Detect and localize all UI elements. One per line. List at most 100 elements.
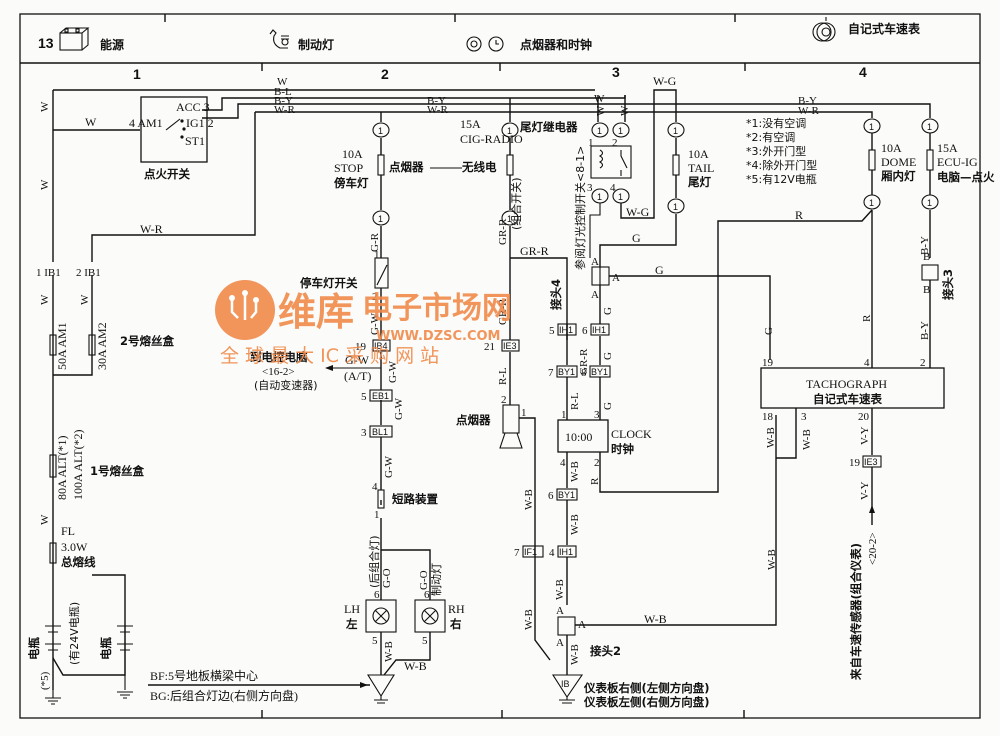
svg-text:80A ALT(*1): 80A ALT(*1) (55, 435, 69, 500)
svg-text:*3:外开门型: *3:外开门型 (746, 144, 806, 158)
fuse-box-1: 80A ALT(*1) 100A ALT(*2) 1号熔丝盒 (49, 429, 145, 500)
svg-text:G-O: G-O (418, 570, 430, 590)
section-title-brake-light: 制动灯 (298, 37, 334, 52)
svg-text:短路装置: 短路装置 (392, 492, 438, 506)
svg-text:4: 4 (372, 481, 378, 493)
svg-text:W-B: W-B (569, 514, 581, 535)
svg-text:4: 4 (560, 457, 566, 469)
svg-text:A: A (591, 289, 599, 301)
wiring-diagram: 13 能源 制动灯 点烟器和时钟 自记式车速表 1 2 3 4 ACC 3 4 … (19, 13, 995, 719)
cigar-lighter-circuit: 1 1 15A CIG-RADIO 无线电 尾灯继电器 GR-R (组合开关) … (456, 98, 578, 661)
svg-text:R: R (795, 208, 803, 222)
svg-text:W: W (39, 101, 51, 112)
svg-text:5: 5 (361, 391, 367, 403)
svg-text:BY1: BY1 (558, 367, 575, 377)
svg-text:A: A (556, 605, 564, 617)
svg-text:1: 1 (521, 407, 527, 419)
svg-text:CLOCK: CLOCK (611, 427, 652, 441)
svg-text:2: 2 (920, 357, 926, 369)
svg-text:A: A (591, 256, 599, 268)
svg-text:20: 20 (858, 411, 870, 423)
svg-text:W-B: W-B (644, 612, 667, 626)
svg-text:R-L: R-L (569, 392, 581, 410)
svg-text:19: 19 (849, 457, 861, 469)
svg-text:18: 18 (762, 411, 774, 423)
svg-text:电瓶: 电瓶 (99, 637, 113, 660)
svg-text:W-B: W-B (569, 644, 581, 665)
svg-text:2: 2 (501, 394, 507, 406)
svg-text:B-Y: B-Y (919, 321, 931, 340)
svg-text:W-R: W-R (798, 105, 819, 117)
svg-text:1: 1 (618, 192, 623, 202)
svg-text:W-R: W-R (274, 104, 295, 116)
svg-text:4: 4 (864, 357, 870, 369)
svg-text:参阅灯光控制开关<8-1>: 参阅灯光控制开关<8-1> (573, 146, 587, 270)
svg-text:左: 左 (345, 617, 358, 631)
svg-text:仪表板左侧(右侧方向盘): 仪表板左侧(右侧方向盘) (583, 695, 710, 709)
battery-icon (59, 27, 90, 51)
svg-text:15A: 15A (460, 117, 481, 131)
svg-text:仪表板右侧(左侧方向盘): 仪表板右侧(左侧方向盘) (583, 681, 710, 695)
svg-text:电脑—点火: 电脑—点火 (937, 170, 995, 184)
svg-text:W: W (39, 294, 51, 305)
svg-text:8: 8 (581, 367, 587, 379)
svg-text:6: 6 (424, 589, 430, 601)
svg-text:G-W: G-W (383, 455, 395, 478)
svg-text:3: 3 (801, 411, 807, 423)
svg-text:V-Y: V-Y (859, 426, 871, 445)
svg-text:5: 5 (549, 325, 555, 337)
svg-text:TAIL: TAIL (688, 161, 714, 175)
svg-text:(A/T): (A/T) (344, 369, 371, 383)
svg-text:(后组合灯): (后组合灯) (367, 535, 381, 588)
svg-text:W-B: W-B (554, 579, 566, 600)
svg-text:G: G (655, 263, 664, 277)
svg-text:6: 6 (548, 490, 554, 502)
svg-text:IG1 2: IG1 2 (186, 116, 214, 130)
section-title-lighter-clock: 点烟器和时钟 (520, 37, 592, 52)
svg-text:IF1: IF1 (524, 547, 537, 557)
cigar-lighter-clock-icon (466, 36, 504, 52)
svg-text:6: 6 (374, 589, 380, 601)
svg-text:LH: LH (344, 602, 360, 616)
svg-text:W-B: W-B (766, 549, 778, 570)
svg-text:GR-R: GR-R (520, 244, 549, 258)
svg-text:W: W (79, 294, 91, 305)
svg-text:(组合开关): (组合开关) (509, 177, 523, 230)
ground-bg-label: BG:后组合灯边(右侧方向盘) (150, 688, 298, 703)
fusible-link: FL 3.0W 总熔线 (49, 524, 96, 569)
svg-text:时钟: 时钟 (611, 442, 634, 456)
svg-text:DOME: DOME (881, 155, 916, 169)
svg-text:1号熔丝盒: 1号熔丝盒 (90, 464, 145, 478)
svg-text:1: 1 (927, 198, 932, 208)
svg-text:10A: 10A (342, 147, 363, 161)
svg-text:W-G: W-G (653, 74, 677, 88)
svg-text:IH1: IH1 (592, 325, 606, 335)
svg-text:电子市场网: 电子市场网 (362, 291, 512, 326)
svg-text:2: 2 (612, 137, 618, 149)
svg-text:全 球 最 大 IC 采 购 网 站: 全 球 最 大 IC 采 购 网 站 (220, 345, 439, 367)
tachograph-icon (812, 17, 836, 42)
svg-text:1: 1 (597, 192, 602, 202)
svg-text:100A ALT(*2): 100A ALT(*2) (71, 429, 85, 500)
svg-text:W-R: W-R (140, 222, 163, 236)
svg-text:BL1: BL1 (372, 427, 388, 437)
svg-text:接头4: 接头4 (549, 279, 563, 310)
svg-text:RH: RH (448, 602, 465, 616)
svg-text:7: 7 (514, 547, 520, 559)
svg-text:维库: 维库 (278, 290, 354, 334)
svg-text:BY1: BY1 (558, 490, 575, 500)
section-title-tachograph: 自记式车速表 (848, 21, 921, 36)
svg-text:10A: 10A (881, 141, 902, 155)
svg-text:1: 1 (374, 509, 380, 521)
svg-text:W: W (39, 514, 51, 525)
svg-text:IE3: IE3 (864, 457, 878, 467)
svg-text:尾灯继电器: 尾灯继电器 (519, 120, 578, 134)
tachograph-unit: TACHOGRAPH 自记式车速表 19 4 2 18 3 20 W-B W-B V-Y… (760, 357, 945, 681)
svg-text:4: 4 (610, 182, 616, 194)
svg-text:W-G: W-G (626, 205, 650, 219)
svg-text:总熔线: 总熔线 (61, 555, 96, 569)
svg-text:STOP: STOP (334, 161, 363, 175)
svg-text:W-B: W-B (404, 659, 427, 673)
svg-text:1: 1 (673, 202, 678, 212)
svg-text:G: G (602, 402, 614, 410)
